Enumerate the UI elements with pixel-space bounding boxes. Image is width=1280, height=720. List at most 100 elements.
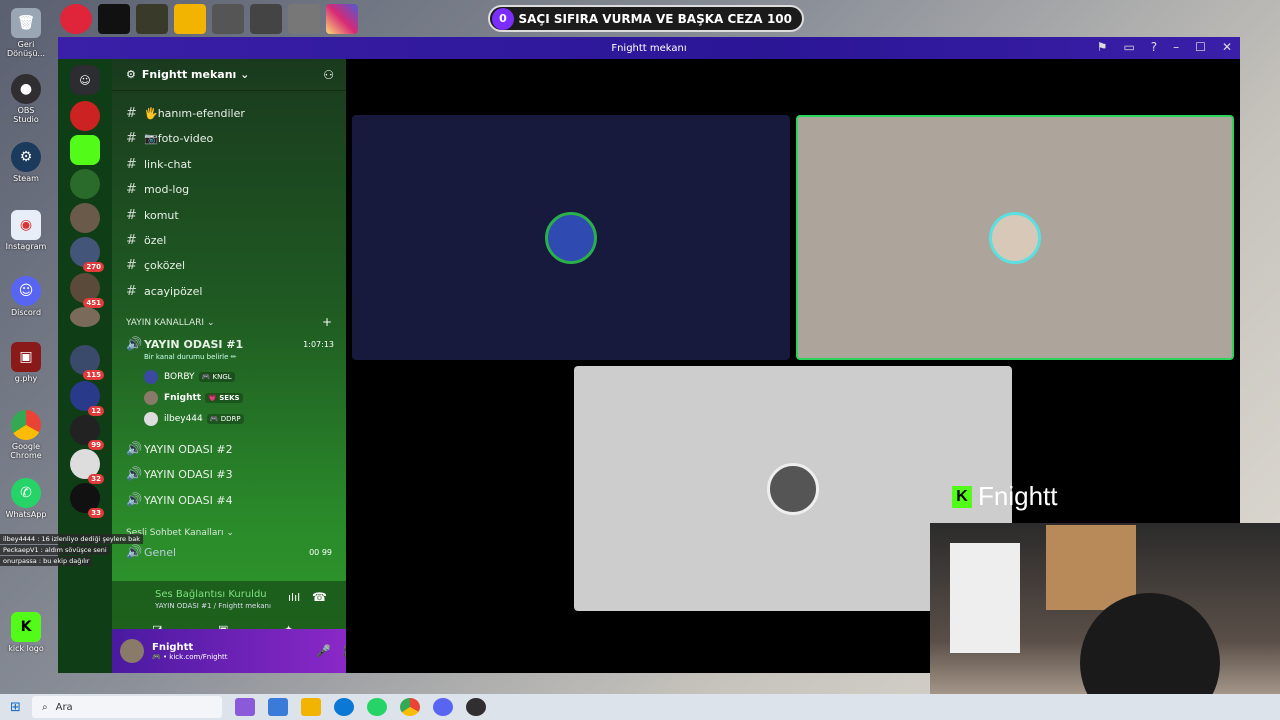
instagram-icon[interactable] xyxy=(326,4,358,34)
server-icon[interactable]: 33 xyxy=(70,483,104,518)
avatar[interactable] xyxy=(120,639,144,663)
game-icon[interactable] xyxy=(136,4,168,34)
channel-ozel[interactable]: # özel xyxy=(126,229,166,251)
window-titlebar: Fnightt mekanı ⚑ ▭ ? – ☐ ✕ xyxy=(58,37,1240,59)
server-icon[interactable] xyxy=(70,169,100,199)
voice-channel-yayin-2[interactable]: 🔊 YAYIN ODASI #2 xyxy=(126,438,233,460)
voice-status[interactable]: Bir kanal durumu belirle ✏ xyxy=(144,353,237,361)
capcut-icon[interactable] xyxy=(98,4,130,34)
chat-message: ilbey4444 : 16 izlenliyo dediği şeylere … xyxy=(0,534,143,544)
add-channel-icon[interactable]: + xyxy=(322,315,332,329)
microphone-icon[interactable]: 🎤 xyxy=(316,644,331,658)
chat-message: onurpassa : bu ekip dağılır xyxy=(0,556,93,566)
stream-chat-overlay: ilbey4444 : 16 izlenliyo dediği şeylere … xyxy=(0,534,274,567)
server-icon[interactable]: 12 xyxy=(70,381,104,416)
app-icon[interactable] xyxy=(60,4,92,34)
desktop-icon-steam[interactable]: ⚙ Steam xyxy=(4,142,48,183)
search-icon: ⌕ xyxy=(42,701,48,713)
inbox-icon[interactable]: ▭ xyxy=(1123,40,1134,54)
participant-tile-borby[interactable] xyxy=(352,115,790,360)
rockstar-icon[interactable] xyxy=(174,4,206,34)
whatsapp-icon: ✆ xyxy=(11,478,41,508)
desktop-icon-discord[interactable]: ☺ Discord xyxy=(4,276,48,317)
server-icon[interactable] xyxy=(70,101,100,131)
kick-overlay-name: Fnightt xyxy=(978,481,1058,511)
connection-channel[interactable]: YAYIN ODASI #1 / Fnightt mekanı xyxy=(155,602,271,610)
voice-channel-yayin-4[interactable]: 🔊 YAYIN ODASI #4 xyxy=(126,489,233,511)
server-icon[interactable]: 115 xyxy=(70,345,104,380)
add-member-icon[interactable]: ⚇ xyxy=(323,68,334,82)
category-yayin-kanallari[interactable]: YAYIN KANALLARI ⌄ xyxy=(126,318,215,328)
obs-icon[interactable] xyxy=(466,698,486,716)
channel-hanim-efendiler[interactable]: # 🖐hanım-efendiler xyxy=(126,102,245,124)
voice-user-fnightt[interactable]: Fnightt 💗 SEKS xyxy=(144,389,243,407)
store-icon[interactable] xyxy=(268,698,288,716)
channel-cokozel[interactable]: # çoközel xyxy=(126,254,185,276)
edge-icon[interactable] xyxy=(334,698,354,716)
server-icon[interactable]: 32 xyxy=(70,449,104,484)
alert-text: SAÇI SIFIRA VURMA VE BAŞKA CEZA xyxy=(518,11,763,26)
close-icon[interactable]: ✕ xyxy=(1222,40,1232,54)
server-header[interactable]: ⚙ Fnightt mekanı ⌄ ⚇ xyxy=(112,59,346,91)
maximize-icon[interactable]: ☐ xyxy=(1195,40,1206,54)
server-icon[interactable]: 99 xyxy=(70,415,104,450)
channel-acayipozel[interactable]: # acayipözel xyxy=(126,280,202,302)
hash-icon: # xyxy=(126,130,137,146)
discord-icon[interactable] xyxy=(433,698,453,716)
desktop-icon-recycle[interactable]: 🗑 Geri Dönüşü... xyxy=(4,8,48,58)
server-folder[interactable] xyxy=(70,307,100,327)
copilot-icon[interactable] xyxy=(235,698,255,716)
server-icon[interactable]: 270 xyxy=(70,237,104,272)
voice-channel-yayin-1[interactable]: 🔊 YAYIN ODASI #1 xyxy=(126,333,243,355)
speaker-icon: 🔊 xyxy=(126,336,143,352)
user-panel: Fnightt 🎮 • kick.com/Fnightt 🎤 🎧 ⚙ xyxy=(112,629,379,673)
help-icon[interactable]: ? xyxy=(1151,40,1157,54)
speaker-icon: 🔊 xyxy=(126,441,143,457)
desktop-top-icons xyxy=(60,4,358,36)
game-icon[interactable] xyxy=(212,4,244,34)
image-icon: ▣ xyxy=(11,342,41,372)
hash-icon: # xyxy=(126,105,137,121)
chat-message: PeckaepV1 : aldım sövüşce seni xyxy=(0,545,110,555)
kick-logo-icon: K xyxy=(952,485,972,508)
voice-channel-yayin-3[interactable]: 🔊 YAYIN ODASI #3 xyxy=(126,463,233,485)
desktop-icon-kick[interactable]: K kick logo xyxy=(4,612,48,653)
flag-icon[interactable]: ⚑ xyxy=(1097,40,1108,54)
noise-suppression-icon[interactable]: ılıl xyxy=(288,591,300,604)
windows-taskbar: ⊞ ⌕ Ara xyxy=(0,694,1280,720)
folder-icon[interactable] xyxy=(301,698,321,716)
server-list: ☺ 270 451 115 12 99 32 33 xyxy=(58,59,112,673)
obs-icon: ● xyxy=(11,74,41,104)
discord-home-icon[interactable]: ☺ xyxy=(70,65,100,95)
taskbar-search[interactable]: ⌕ Ara xyxy=(32,696,222,718)
connection-status[interactable]: Ses Bağlantısı Kuruldu xyxy=(155,589,267,600)
server-icon[interactable] xyxy=(70,203,100,233)
discord-icon: ☺ xyxy=(11,276,41,306)
channel-komut[interactable]: # komut xyxy=(126,204,179,226)
channel-mod-log[interactable]: # mod-log xyxy=(126,178,189,200)
game-icon[interactable] xyxy=(250,4,282,34)
participant-tile-fnightt[interactable] xyxy=(796,115,1234,360)
image-icon[interactable] xyxy=(288,4,320,34)
channel-link-chat[interactable]: # link-chat xyxy=(126,153,192,175)
kick-overlay: K Fnightt xyxy=(952,481,1058,512)
voice-timer: 1:07:13 xyxy=(303,340,334,349)
chrome-icon xyxy=(11,410,41,440)
desktop-icon-gphy[interactable]: ▣ g.phy xyxy=(4,342,48,383)
channel-foto-video[interactable]: # 📷foto-video xyxy=(126,127,213,149)
hash-icon: # xyxy=(126,207,137,223)
windows-start-icon[interactable]: ⊞ xyxy=(10,700,21,715)
chrome-icon[interactable] xyxy=(400,698,420,716)
desktop-icon-obs[interactable]: ● OBS Studio xyxy=(4,74,48,124)
desktop-icon-whatsapp[interactable]: ✆ WhatsApp xyxy=(4,478,48,519)
server-icon[interactable]: 451 xyxy=(70,273,104,308)
genel-counts: 00 99 xyxy=(309,548,332,557)
whatsapp-icon[interactable] xyxy=(367,698,387,716)
desktop-icon-instagram[interactable]: ◉ Instagram xyxy=(4,210,48,251)
desktop-icon-chrome[interactable]: Google Chrome xyxy=(4,410,48,460)
disconnect-icon[interactable]: ☎ xyxy=(312,590,327,604)
server-icon-kick[interactable] xyxy=(70,135,100,165)
voice-user-borby[interactable]: BORBY 🎮 KNGL xyxy=(144,368,235,386)
voice-user-ilbey444[interactable]: ilbey444 🎮 DDRP xyxy=(144,410,244,428)
minimize-icon[interactable]: – xyxy=(1173,40,1179,54)
